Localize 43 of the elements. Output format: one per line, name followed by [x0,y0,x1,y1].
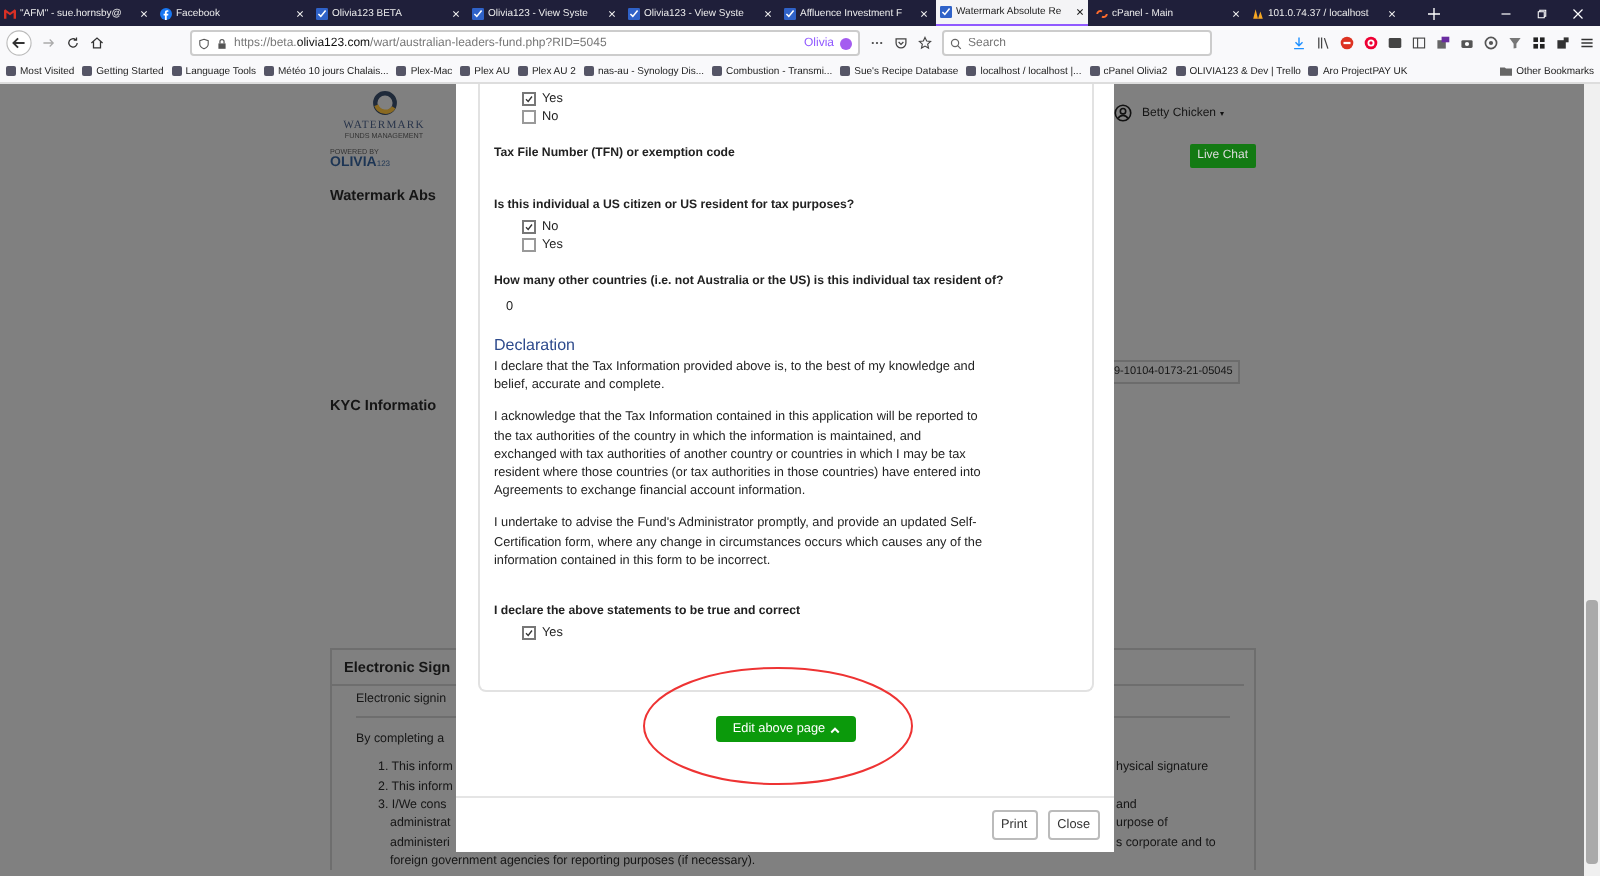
checkmark-icon [940,6,952,18]
stop-sign-icon[interactable] [1340,36,1354,50]
extension-icon[interactable] [1436,36,1450,50]
mail-icon [4,7,16,19]
circle-icon[interactable] [1484,36,1498,50]
pocket-icon[interactable] [894,36,908,50]
search-icon [950,37,962,49]
filter-icon[interactable] [1508,36,1522,50]
user-icon[interactable] [1114,104,1132,122]
sidebar-icon[interactable] [1412,36,1426,50]
star-icon[interactable] [918,36,932,50]
section-heading: Declaration [494,336,575,354]
apps-icon[interactable] [1532,36,1546,50]
chevron-up-icon [829,725,840,733]
checkbox[interactable] [522,110,536,124]
target-icon[interactable] [1364,36,1378,50]
lock-icon [216,37,228,49]
close-icon[interactable] [1076,8,1084,16]
scrollbar[interactable] [1584,84,1600,876]
caret-icon[interactable] [1220,111,1225,115]
library-icon[interactable] [1316,36,1330,50]
download-icon[interactable] [1292,36,1306,50]
minimize-icon[interactable] [1500,7,1512,19]
cpanel-icon [1096,7,1108,19]
container-dot [840,37,852,49]
shield-icon [198,37,210,49]
checkmark-icon [472,7,484,19]
checkbox[interactable] [522,92,536,106]
camera-icon[interactable] [1460,36,1474,50]
restore-icon[interactable] [1536,7,1548,19]
checkmark-icon [316,7,328,19]
new-tab-icon[interactable] [1428,7,1440,19]
checkbox[interactable] [522,238,536,252]
home-icon[interactable] [90,36,104,50]
facebook-icon [160,7,172,19]
checkmark-icon [628,7,640,19]
folder-icon [1500,66,1513,76]
back-button[interactable] [6,30,32,56]
reload-icon[interactable] [66,36,80,50]
checkmark-icon [784,7,796,19]
checkbox[interactable] [522,220,536,234]
checkbox[interactable] [522,626,536,641]
menu-icon[interactable] [1580,36,1594,50]
